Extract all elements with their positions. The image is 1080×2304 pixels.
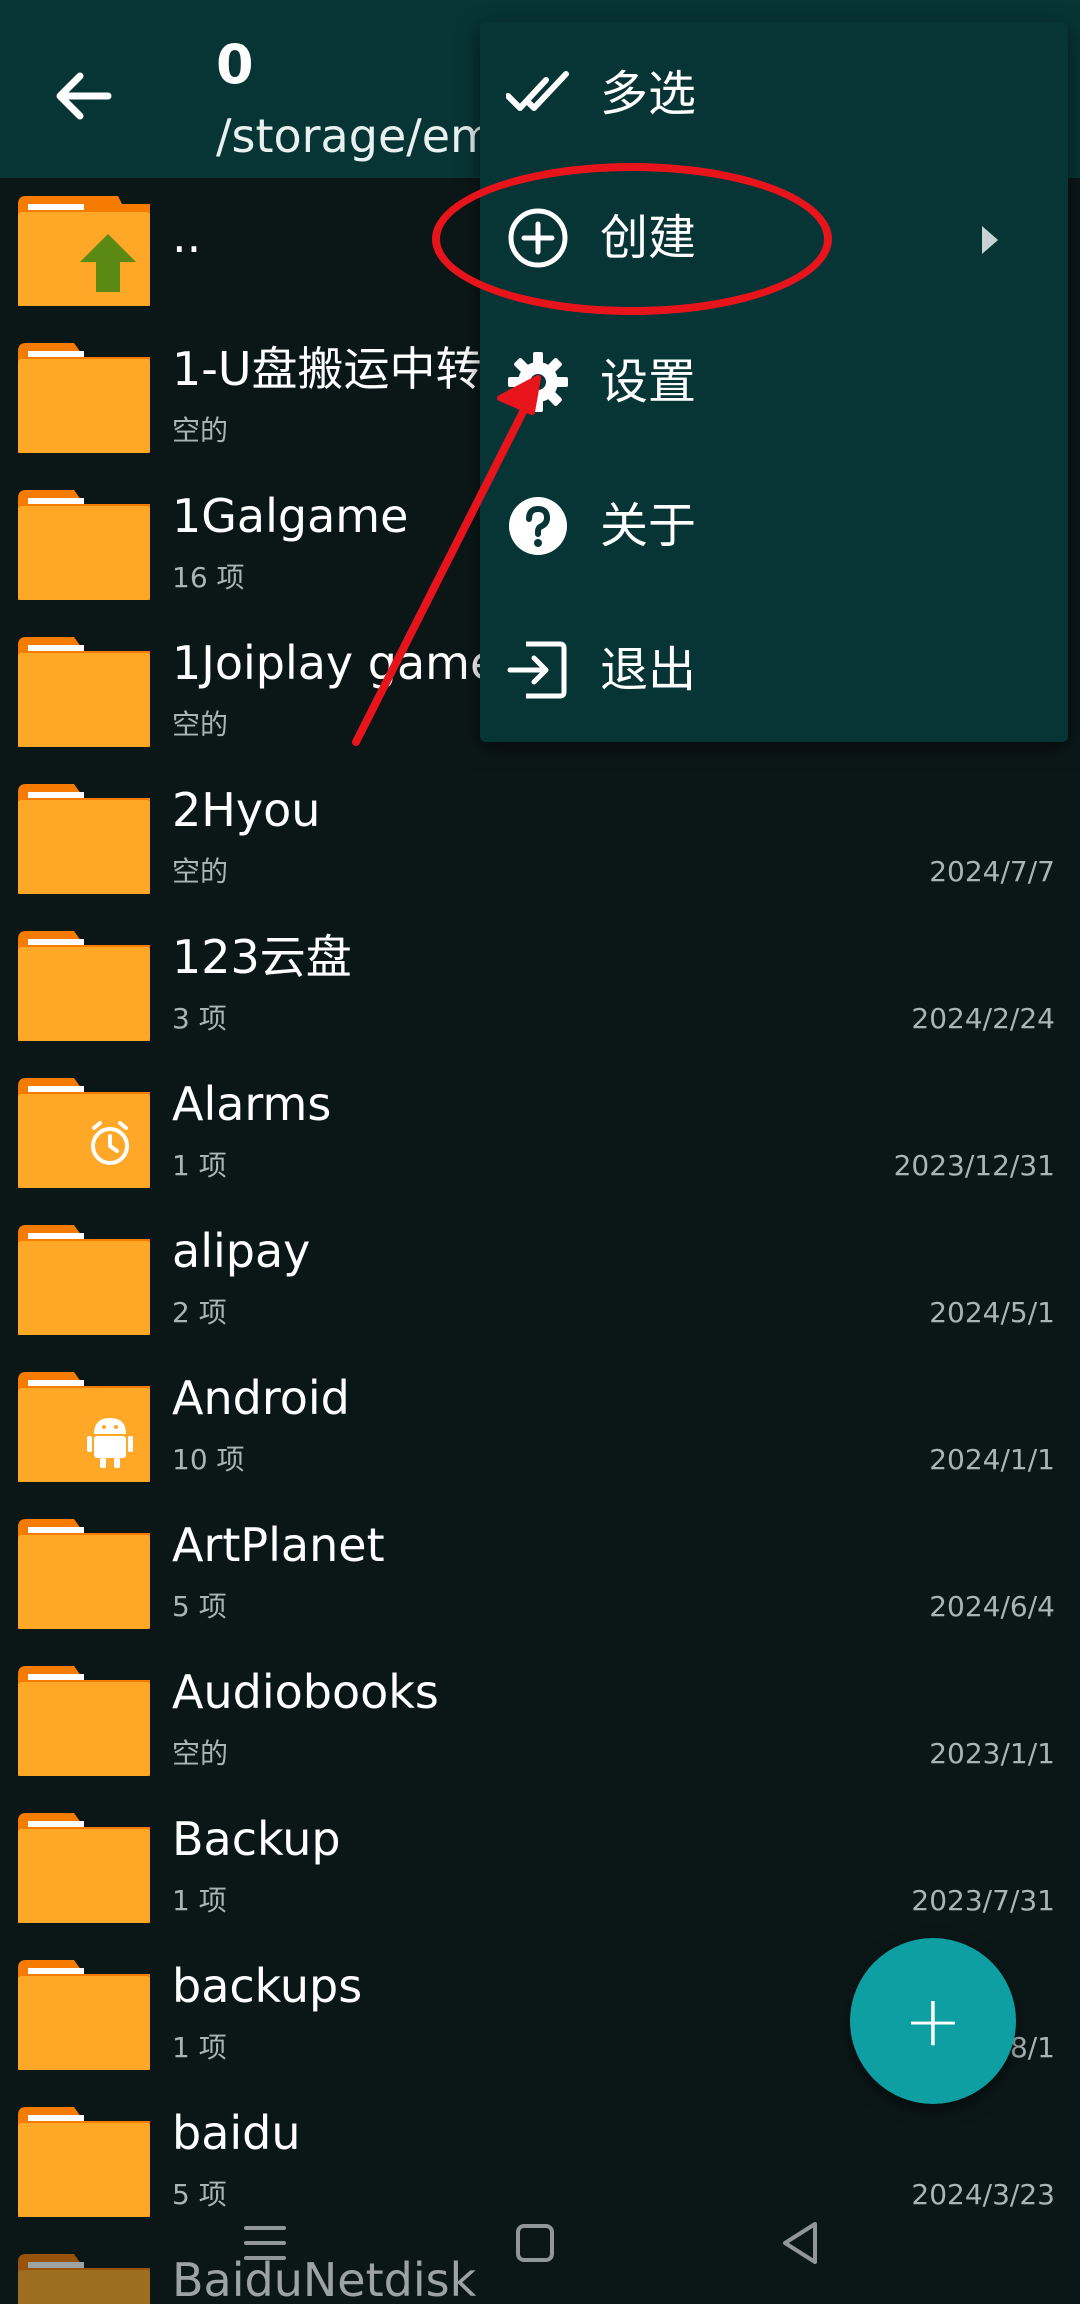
selection-count: 0	[216, 33, 254, 96]
gear-icon	[508, 352, 568, 412]
menu-item-settings[interactable]: 设置	[480, 310, 1068, 454]
file-name: 1-U盘搬运中转	[172, 342, 482, 396]
menu-item-about[interactable]: 关于	[480, 454, 1068, 598]
menu-nav-button[interactable]	[230, 2208, 300, 2278]
menu-item-label: 设置	[600, 354, 697, 410]
item-count: 1 项	[172, 1884, 227, 1917]
modified-date: 2023/7/31	[911, 1884, 1055, 1917]
item-count: 16 项	[172, 561, 245, 594]
folder-icon	[18, 1960, 150, 2070]
file-name: ArtPlanet	[172, 1518, 385, 1572]
menu-item-label: 多选	[600, 66, 697, 122]
folder-icon	[18, 1225, 150, 1335]
item-count: 10 项	[172, 1443, 245, 1476]
list-item[interactable]: alipay 2 项 2024/5/1	[0, 1209, 1080, 1356]
menu-item-label: 退出	[600, 642, 697, 698]
file-name: alipay	[172, 1224, 311, 1278]
annotation-circle	[432, 163, 832, 315]
modified-date: 8/1	[1009, 2031, 1055, 2064]
modified-date: 2024/2/24	[911, 1002, 1055, 1035]
file-name: 1Galgame	[172, 489, 409, 543]
file-name: ..	[172, 209, 202, 263]
file-name: Audiobooks	[172, 1665, 439, 1719]
file-name: 2Hyou	[172, 783, 321, 837]
list-item[interactable]: 2Hyou 空的 2024/7/7	[0, 768, 1080, 915]
modified-date: 2024/6/4	[929, 1590, 1055, 1623]
alarm-folder-icon	[18, 1078, 150, 1188]
item-count: 空的	[172, 708, 229, 741]
menu-item-exit[interactable]: 退出	[480, 598, 1068, 742]
list-item[interactable]: Android 10 项 2024/1/1	[0, 1356, 1080, 1503]
list-item[interactable]: Alarms 1 项 2023/12/31	[0, 1062, 1080, 1209]
overflow-menu: 多选 创建 设置 关于 退出	[480, 22, 1068, 742]
item-count: 空的	[172, 855, 229, 888]
parent-folder-icon	[18, 196, 150, 306]
folder-icon	[18, 1813, 150, 1923]
system-nav-bar	[0, 2180, 1080, 2304]
current-path: /storage/em	[216, 109, 495, 163]
list-item[interactable]: Audiobooks 空的 2023/1/1	[0, 1650, 1080, 1797]
list-item[interactable]: Backup 1 项 2023/7/31	[0, 1797, 1080, 1944]
modified-date: 2023/1/1	[929, 1737, 1055, 1770]
list-item[interactable]: 123云盘 3 项 2024/2/24	[0, 915, 1080, 1062]
modified-date: 2024/1/1	[929, 1443, 1055, 1476]
folder-icon	[18, 343, 150, 453]
item-count: 3 项	[172, 1002, 227, 1035]
item-count: 空的	[172, 414, 229, 447]
file-name: baidu	[172, 2106, 301, 2160]
folder-icon	[18, 1666, 150, 1776]
item-count: 空的	[172, 1737, 229, 1770]
plus-icon: +	[903, 1980, 963, 2062]
android-folder-icon	[18, 1372, 150, 1482]
chevron-right-icon	[982, 226, 998, 254]
item-count: 1 项	[172, 1149, 227, 1182]
list-item[interactable]: ArtPlanet 5 项 2024/6/4	[0, 1503, 1080, 1650]
file-name: 1Joiplay game	[172, 636, 499, 690]
exit-icon	[507, 641, 567, 699]
folder-icon	[18, 784, 150, 894]
modified-date: 2024/5/1	[929, 1296, 1055, 1329]
create-fab-button[interactable]: +	[850, 1938, 1016, 2104]
modified-date: 2023/12/31	[893, 1149, 1055, 1182]
folder-icon	[18, 637, 150, 747]
item-count: 2 项	[172, 1296, 227, 1329]
menu-item-label: 关于	[600, 498, 697, 554]
folder-icon	[18, 931, 150, 1041]
file-name: Android	[172, 1371, 350, 1425]
file-name: Alarms	[172, 1077, 332, 1131]
file-name: backups	[172, 1959, 363, 2013]
home-nav-button[interactable]	[500, 2208, 570, 2278]
menu-item-multi-select[interactable]: 多选	[480, 22, 1068, 166]
arrow-left-icon	[56, 72, 112, 120]
help-icon	[509, 497, 567, 555]
item-count: 5 项	[172, 1590, 227, 1623]
folder-icon	[18, 490, 150, 600]
back-button[interactable]	[48, 60, 120, 132]
file-name: 123云盘	[172, 930, 352, 984]
file-name: Backup	[172, 1812, 341, 1866]
back-nav-button[interactable]	[765, 2208, 835, 2278]
item-count: 1 项	[172, 2031, 227, 2064]
modified-date: 2024/7/7	[929, 855, 1055, 888]
folder-icon	[18, 1519, 150, 1629]
multi-select-icon	[506, 71, 569, 111]
